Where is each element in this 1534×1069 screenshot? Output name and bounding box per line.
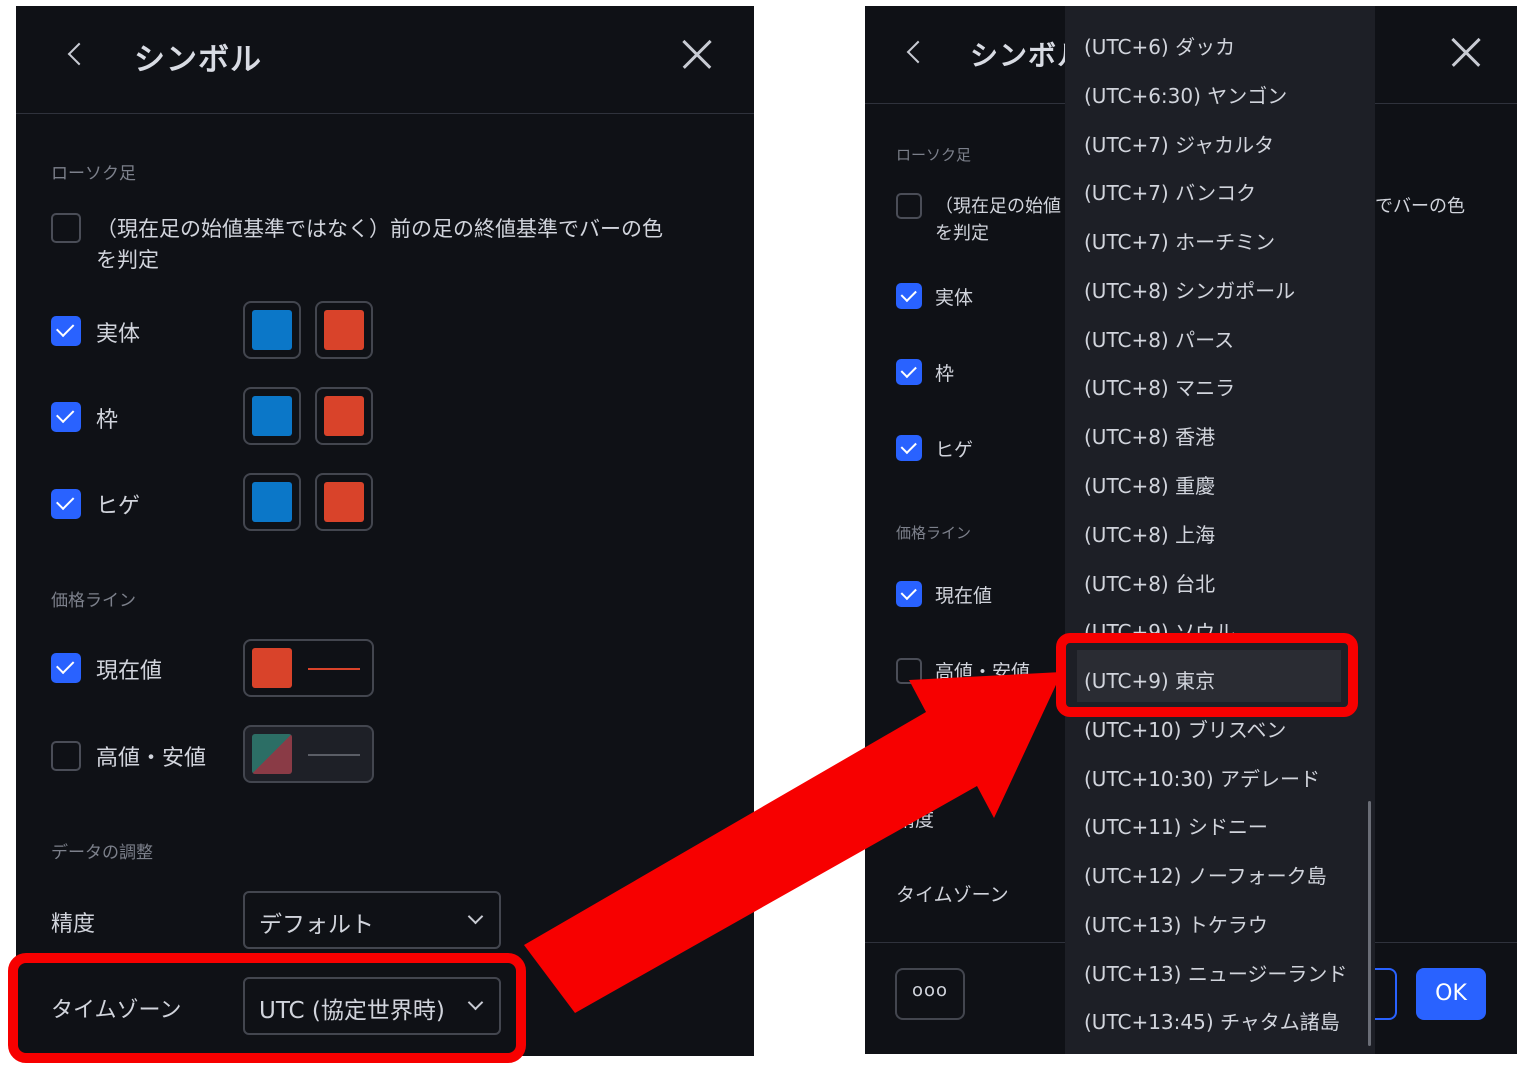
body-label: 実体 xyxy=(96,322,141,347)
precision-label: 精度 xyxy=(51,912,96,937)
back-icon[interactable] xyxy=(906,40,930,64)
dropdown-scrollbar[interactable] xyxy=(1368,801,1371,1046)
section-data-adjust: データの調整 xyxy=(51,843,153,863)
border-down-color-swatch[interactable] xyxy=(315,387,373,445)
precision-select[interactable]: デフォルト xyxy=(243,891,501,949)
timezone-option[interactable]: (UTC+8) 香港 xyxy=(1084,421,1215,450)
wick-label: ヒゲ xyxy=(96,494,141,519)
border-up-color-swatch[interactable] xyxy=(243,387,301,445)
color-fill xyxy=(324,396,364,436)
timezone-option[interactable]: (UTC+10) ブリスベン xyxy=(1084,714,1286,743)
color-fill xyxy=(252,396,292,436)
back-icon[interactable] xyxy=(67,42,91,66)
body-checkbox[interactable] xyxy=(51,316,81,346)
timezone-option[interactable]: (UTC+10:30) アデレード xyxy=(1084,763,1320,792)
wick-up-color-swatch[interactable] xyxy=(243,473,301,531)
border-checkbox[interactable] xyxy=(896,359,922,385)
timezone-option[interactable]: (UTC+12) ノーフォーク島 xyxy=(1084,860,1327,889)
timezone-option[interactable]: (UTC+6:30) ヤンゴン xyxy=(1084,80,1287,109)
wick-label: ヒゲ xyxy=(935,439,974,461)
current-price-label: 現在値 xyxy=(935,585,993,607)
section-candles: ローソク足 xyxy=(896,146,972,164)
color-fill xyxy=(252,482,292,522)
body-up-color-swatch[interactable] xyxy=(243,301,301,359)
color-fill xyxy=(324,310,364,350)
high-low-checkbox[interactable] xyxy=(51,741,81,771)
border-checkbox[interactable] xyxy=(51,402,81,432)
timezone-dropdown-list[interactable]: (UTC+6) ダッカ (UTC+6:30) ヤンゴン (UTC+7) ジャカル… xyxy=(1065,6,1375,1054)
line-preview xyxy=(308,668,360,670)
precision-label: 精度 xyxy=(896,809,935,831)
body-down-color-swatch[interactable] xyxy=(315,301,373,359)
prev-close-label-tail: でバーの色 xyxy=(1375,196,1465,217)
timezone-option[interactable]: (UTC+13) トケラウ xyxy=(1084,909,1268,938)
close-icon[interactable] xyxy=(1451,38,1481,68)
timezone-option[interactable]: (UTC+13) ニュージーランド xyxy=(1084,958,1347,987)
tokyo-highlight-box xyxy=(1056,633,1358,717)
body-label: 実体 xyxy=(935,287,974,309)
wick-checkbox[interactable] xyxy=(896,435,922,461)
timezone-option[interactable]: (UTC+7) ホーチミン xyxy=(1084,226,1275,255)
high-low-line-style[interactable] xyxy=(243,725,374,783)
color-fill xyxy=(252,310,292,350)
header-divider xyxy=(16,113,754,114)
prev-close-label-2: を判定 xyxy=(935,223,989,244)
timezone-option[interactable]: (UTC+13:45) チャタム諸島 xyxy=(1084,1006,1340,1035)
timezone-option[interactable]: (UTC+8) マニラ xyxy=(1084,372,1235,401)
current-price-line-style[interactable] xyxy=(243,639,374,697)
prev-close-checkbox[interactable] xyxy=(896,193,922,219)
prev-close-label: （現在足の始値 xyxy=(935,196,1061,217)
high-low-label: 高値・安値 xyxy=(96,746,207,771)
page-title: シンボル xyxy=(134,42,262,78)
timezone-option[interactable]: (UTC+8) 台北 xyxy=(1084,568,1215,597)
prev-close-checkbox[interactable] xyxy=(51,213,81,243)
prev-close-label: （現在足の始値基準ではなく）前の足の終値基準でバーの色 xyxy=(96,217,663,241)
wick-checkbox[interactable] xyxy=(51,489,81,519)
chevron-down-icon xyxy=(467,908,484,925)
more-icon: ooo xyxy=(911,980,949,1001)
section-candles: ローソク足 xyxy=(51,164,136,184)
timezone-option[interactable]: (UTC+8) パース xyxy=(1084,324,1234,353)
symbol-settings-panel: シンボル ローソク足 （現在足の始値基準ではなく）前の足の終値基準でバーの色 を… xyxy=(16,6,754,1056)
color-fill xyxy=(252,648,292,688)
high-low-checkbox[interactable] xyxy=(896,658,922,684)
timezone-option[interactable]: (UTC+7) バンコク xyxy=(1084,177,1256,206)
color-fill xyxy=(252,734,292,774)
precision-value: デフォルト xyxy=(259,912,374,938)
timezone-option[interactable]: (UTC+6) ダッカ xyxy=(1084,31,1235,60)
ok-button[interactable]: OK xyxy=(1416,968,1486,1020)
section-price-lines: 価格ライン xyxy=(896,524,972,542)
color-fill xyxy=(324,482,364,522)
timezone-highlight-box xyxy=(8,953,526,1063)
close-icon[interactable] xyxy=(682,40,712,70)
timezone-option[interactable]: (UTC+7) ジャカルタ xyxy=(1084,129,1274,158)
prev-close-label-2: を判定 xyxy=(96,248,159,272)
symbol-settings-panel-with-dropdown: シンボル ローソク足 （現在足の始値 を判定 でバーの色 実体 枠 ヒゲ 価格ラ… xyxy=(865,6,1517,1054)
timezone-option[interactable]: (UTC+8) 重慶 xyxy=(1084,470,1215,499)
high-low-label: 高値・安値 xyxy=(935,661,1031,683)
body-checkbox[interactable] xyxy=(896,283,922,309)
timezone-option[interactable]: (UTC+8) シンガポール xyxy=(1084,275,1295,304)
timezone-label: タイムゾーン xyxy=(896,884,1009,906)
ok-label: OK xyxy=(1435,981,1467,1006)
border-label: 枠 xyxy=(935,363,955,385)
border-label: 枠 xyxy=(96,408,119,433)
current-price-label: 現在値 xyxy=(96,659,163,684)
current-price-checkbox[interactable] xyxy=(51,653,81,683)
line-preview xyxy=(308,754,360,756)
wick-down-color-swatch[interactable] xyxy=(315,473,373,531)
more-options-button[interactable]: ooo xyxy=(895,968,965,1020)
timezone-option[interactable]: (UTC+8) 上海 xyxy=(1084,519,1215,548)
section-price-lines: 価格ライン xyxy=(51,591,136,611)
timezone-option[interactable]: (UTC+11) シドニー xyxy=(1084,811,1268,840)
current-price-checkbox[interactable] xyxy=(896,581,922,607)
